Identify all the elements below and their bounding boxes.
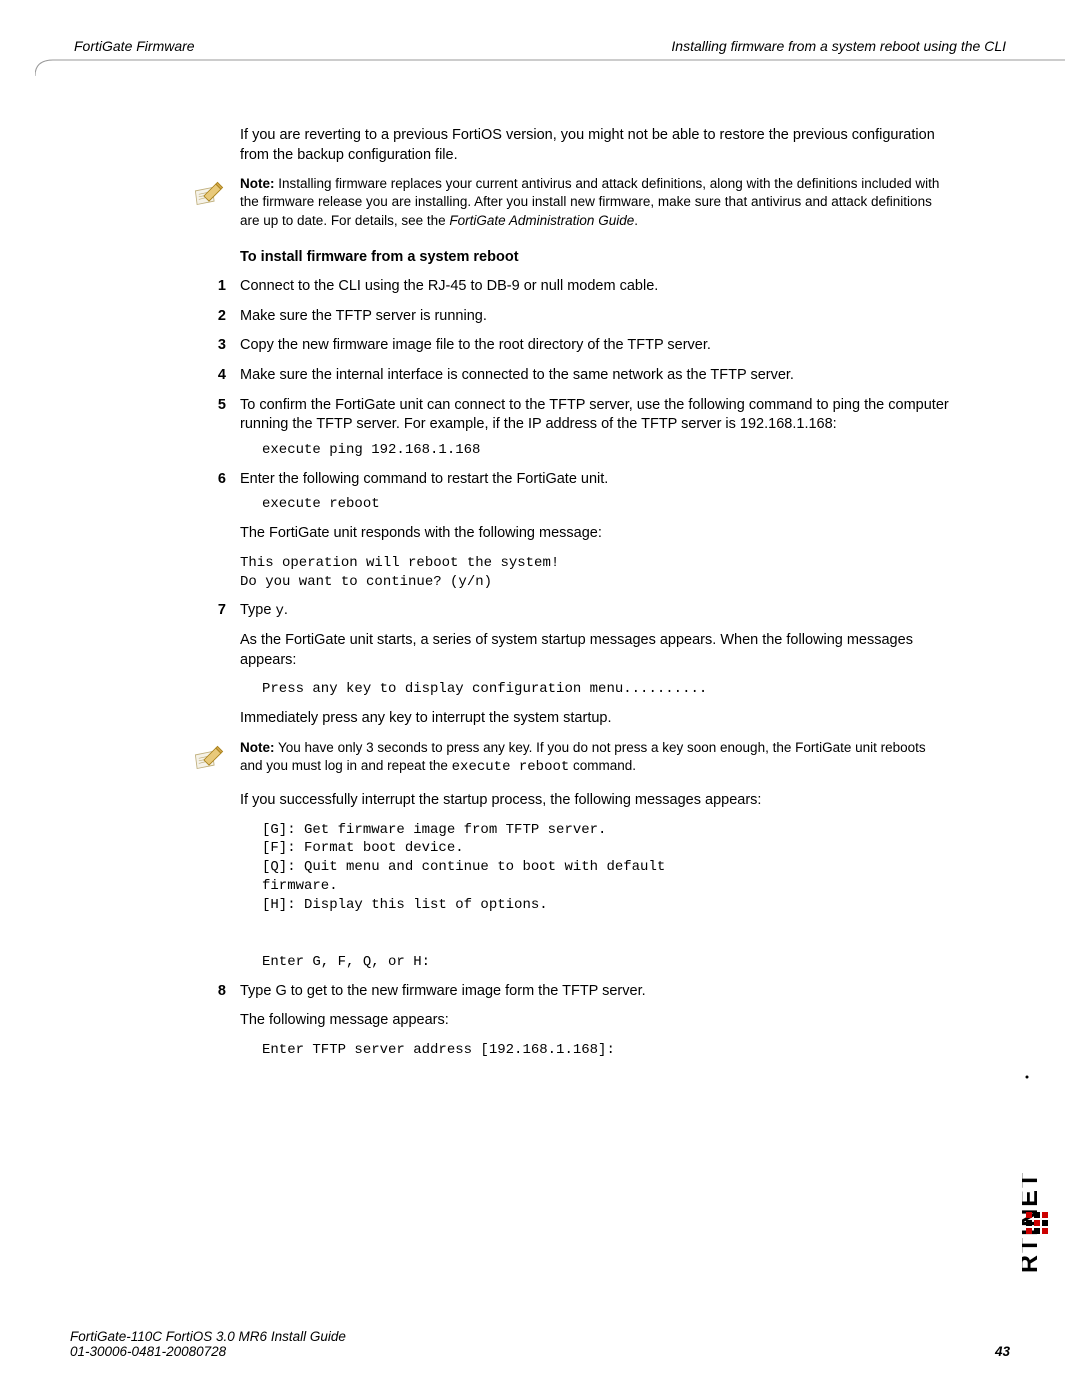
footer-left: FortiGate-110C FortiOS 3.0 MR6 Install G… xyxy=(70,1329,346,1359)
tftp-prompt: Enter TFTP server address [192.168.1.168… xyxy=(262,1041,950,1060)
step-7: 7 Type y. As the FortiGate unit starts, … xyxy=(240,601,950,971)
cmd-reboot: execute reboot xyxy=(262,495,950,514)
note-text: Note: Installing firmware replaces your … xyxy=(240,175,950,230)
header-right: Installing firmware from a system reboot… xyxy=(671,38,1006,54)
steps-list: 1 Connect to the CLI using the RJ-45 to … xyxy=(240,277,950,1059)
section-heading: To install firmware from a system reboot xyxy=(240,248,950,268)
header-left: FortiGate Firmware xyxy=(74,38,195,54)
step-1: 1 Connect to the CLI using the RJ-45 to … xyxy=(240,277,950,297)
note-icon xyxy=(192,743,226,777)
reboot-msg: This operation will reboot the system! D… xyxy=(240,554,950,592)
intro-paragraph: If you are reverting to a previous Forti… xyxy=(240,126,950,165)
page-number: 43 xyxy=(995,1344,1010,1359)
document-page: FortiGate Firmware Installing firmware f… xyxy=(0,0,1080,1397)
header-rule xyxy=(70,58,1010,76)
step-5: 5 To confirm the FortiGate unit can conn… xyxy=(240,396,950,460)
boot-menu: [G]: Get firmware image from TFTP server… xyxy=(262,821,950,972)
note-label: Note: xyxy=(240,740,275,755)
page-header: FortiGate Firmware Installing firmware f… xyxy=(70,38,1010,58)
step-8: 8 Type G to get to the new firmware imag… xyxy=(240,982,950,1060)
step-3: 3 Copy the new firmware image file to th… xyxy=(240,336,950,356)
note-label: Note: xyxy=(240,176,275,191)
note-text: Note: You have only 3 seconds to press a… xyxy=(240,739,950,777)
content-area: If you are reverting to a previous Forti… xyxy=(240,126,950,1060)
cmd-ping: execute ping 192.168.1.168 xyxy=(262,441,950,460)
note-block-1: Note: Installing firmware replaces your … xyxy=(192,175,950,230)
press-any-key-msg: Press any key to display configuration m… xyxy=(262,680,950,699)
step-4: 4 Make sure the internal interface is co… xyxy=(240,366,950,386)
step-2: 2 Make sure the TFTP server is running. xyxy=(240,307,950,327)
note-block-2: Note: You have only 3 seconds to press a… xyxy=(192,739,950,777)
note-icon xyxy=(192,179,226,213)
fortinet-logo: F RTINET xyxy=(1022,1067,1052,1277)
page-footer: FortiGate-110C FortiOS 3.0 MR6 Install G… xyxy=(70,1329,1010,1359)
step-6: 6 Enter the following command to restart… xyxy=(240,470,950,592)
